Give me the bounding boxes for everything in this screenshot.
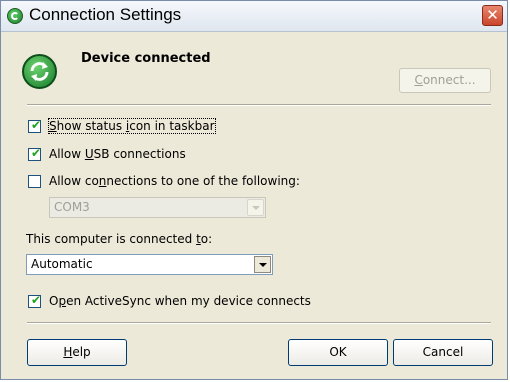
separator bbox=[27, 322, 491, 324]
ok-button[interactable]: OK bbox=[288, 339, 388, 366]
allow-usb-checkbox[interactable]: ✔ bbox=[28, 146, 42, 161]
connect-button[interactable]: Connect... bbox=[399, 68, 491, 93]
activesync-icon bbox=[7, 8, 23, 24]
open-activesync-label: Open ActiveSync when my device connects bbox=[49, 294, 311, 308]
connection-settings-dialog: Connection Settings ✕ Device connected C… bbox=[0, 0, 508, 380]
open-activesync-checkbox[interactable]: ✔ bbox=[28, 293, 42, 308]
allow-connections-label: Allow connections to one of the followin… bbox=[49, 174, 300, 188]
help-button[interactable]: Help bbox=[27, 339, 127, 366]
sync-icon bbox=[22, 54, 57, 89]
separator bbox=[27, 104, 491, 106]
allow-connections-checkbox[interactable] bbox=[28, 175, 41, 188]
close-button[interactable]: ✕ bbox=[482, 5, 503, 26]
port-select[interactable]: COM3 bbox=[49, 197, 266, 218]
check-mark-icon: ✔ bbox=[31, 118, 42, 132]
check-mark-icon: ✔ bbox=[31, 293, 42, 307]
connected-to-label: This computer is connected to: bbox=[26, 232, 213, 246]
cancel-button[interactable]: Cancel bbox=[393, 339, 493, 366]
chevron-down-icon[interactable] bbox=[247, 199, 264, 216]
port-select-value: COM3 bbox=[54, 200, 90, 214]
show-status-icon-label: Show status icon in taskbar bbox=[48, 118, 216, 134]
connect-button-label-rest: onnect... bbox=[422, 73, 476, 87]
connected-to-select[interactable]: Automatic bbox=[26, 254, 273, 275]
allow-usb-label: Allow USB connections bbox=[49, 147, 186, 161]
check-mark-icon: ✔ bbox=[31, 146, 42, 160]
device-status: Device connected bbox=[81, 51, 211, 66]
chevron-down-icon[interactable] bbox=[254, 256, 271, 273]
connected-to-value: Automatic bbox=[31, 257, 93, 271]
show-status-icon-checkbox[interactable]: ✔ bbox=[28, 118, 42, 133]
title-bar[interactable]: Connection Settings ✕ bbox=[1, 1, 507, 32]
window-title: Connection Settings bbox=[29, 5, 182, 24]
connect-button-label: C bbox=[414, 73, 423, 87]
